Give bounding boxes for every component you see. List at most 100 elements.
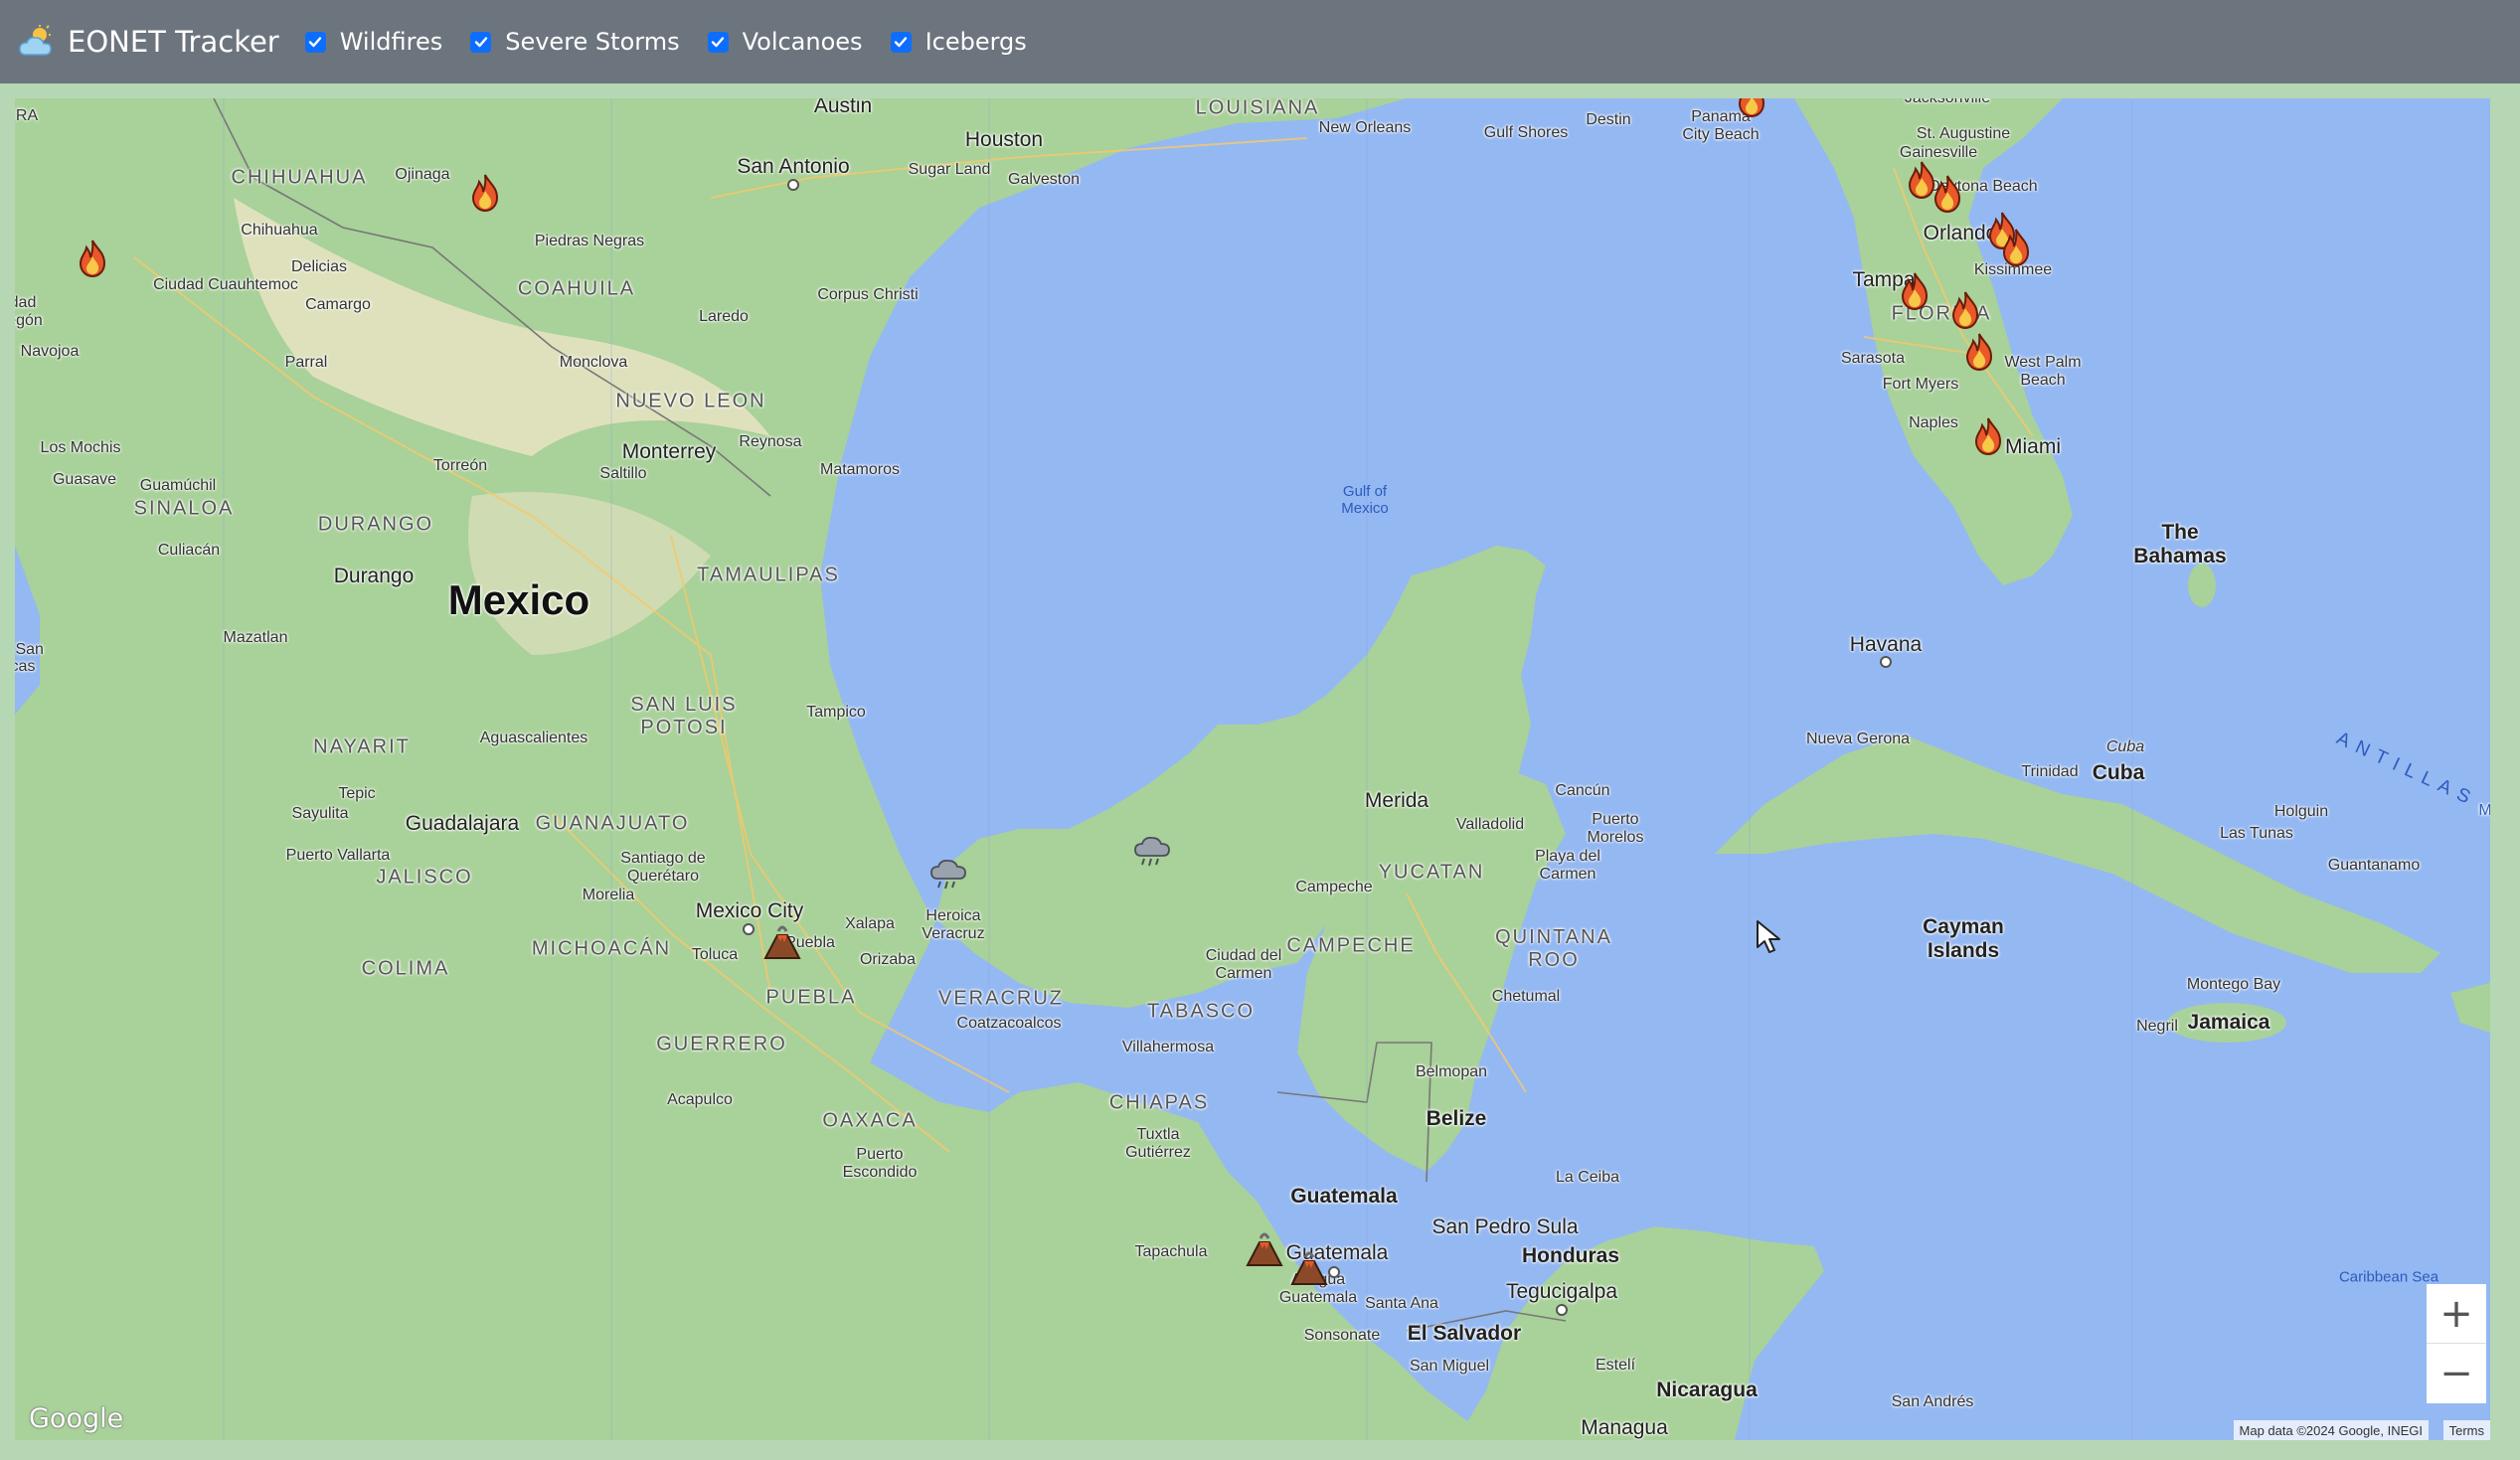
region-label: TAMAULIPAS	[697, 564, 840, 586]
volcano-icon[interactable]	[1289, 1247, 1329, 1287]
place-label: egón	[15, 312, 43, 329]
place-label: Tepic	[338, 785, 376, 802]
place-label: Nueva Gerona	[1805, 730, 1911, 747]
place-label: Los Mochis	[40, 439, 121, 456]
place-label: Gulf Shores	[1483, 124, 1569, 141]
volcano-icon[interactable]	[762, 921, 802, 961]
map[interactable]: RA CHIHUAHUA Ojinaga Chihuahua Delicias …	[15, 98, 2490, 1440]
place-label: Sonsonate	[1303, 1327, 1381, 1344]
place-label: Cancún	[1555, 782, 1610, 799]
place-label: Coatzacoalcos	[956, 1015, 1062, 1032]
city-dot	[1556, 1304, 1568, 1316]
icebergs-label: Icebergs	[924, 28, 1027, 56]
place-label: Belmopan	[1415, 1063, 1488, 1080]
flame-icon[interactable]	[1928, 174, 1967, 214]
place-label: Camargo	[305, 296, 371, 313]
place-label: Cuba	[2092, 761, 2145, 784]
region-label: JALISCO	[376, 866, 473, 889]
filter-severe-storms[interactable]: Severe Storms	[470, 28, 680, 56]
brand[interactable]: EONET Tracker	[18, 25, 279, 59]
place-label: Ciudad Cuauhtemoc	[153, 276, 298, 293]
filter-wildfires[interactable]: Wildfires	[304, 28, 443, 56]
place-label: San Miguel	[1409, 1358, 1490, 1375]
place-label: Laredo	[699, 308, 749, 325]
cloud-sun-icon	[19, 25, 52, 56]
storm-cloud-icon[interactable]	[1132, 832, 1172, 872]
wildfires-checkbox[interactable]	[304, 31, 326, 53]
volcano-icon[interactable]	[1245, 1228, 1284, 1268]
flame-icon[interactable]	[1968, 416, 2008, 456]
place-label: Campeche	[1295, 879, 1373, 895]
place-label: Sarasota	[1840, 350, 1906, 367]
place-label: Havana	[1849, 633, 1923, 656]
filter-volcanoes[interactable]: Volcanoes	[707, 28, 863, 56]
flame-icon[interactable]	[73, 239, 112, 278]
place-label: Matamoros	[819, 461, 901, 478]
severe-storms-checkbox[interactable]	[470, 31, 492, 53]
plus-icon: +	[2439, 1290, 2473, 1337]
flame-icon[interactable]	[465, 173, 505, 213]
place-label: Guadalajara	[405, 812, 520, 835]
zoom-in-button[interactable]: +	[2427, 1284, 2486, 1344]
region-label: CAMPECHE	[1286, 934, 1416, 957]
flame-icon[interactable]	[1996, 228, 2036, 267]
city-dot	[1328, 1266, 1340, 1278]
place-label: Guantanamo	[2327, 857, 2421, 874]
place-label: Torreón	[432, 457, 488, 474]
flame-icon[interactable]	[1959, 332, 1999, 372]
flame-icon[interactable]	[1895, 271, 1934, 311]
place-label: Tegucigalpa	[1505, 1280, 1618, 1303]
place-label: Parral	[284, 354, 328, 371]
place-label: Destin	[1586, 111, 1631, 128]
place-label: Mexico City	[695, 899, 804, 922]
place-label: Heroica Veracruz	[922, 907, 985, 942]
place-label: Fort Myers	[1882, 376, 1959, 393]
icebergs-checkbox[interactable]	[890, 31, 912, 53]
place-label: Managua	[1581, 1416, 1668, 1439]
place-label: Estelí	[1595, 1357, 1636, 1374]
place-label: Tampico	[806, 704, 866, 721]
place-label: Guasave	[52, 471, 117, 488]
place-label: Xalapa	[845, 915, 895, 932]
place-label: Montego Bay	[2186, 976, 2281, 993]
flame-icon[interactable]	[1945, 290, 1985, 330]
region-label: PUEBLA	[765, 986, 857, 1009]
wildfires-label: Wildfires	[339, 28, 443, 56]
check-icon	[474, 37, 487, 48]
region-label: COAHUILA	[517, 277, 636, 300]
place-label: St. Augustine	[1916, 125, 2011, 142]
place-label: Corpus Christi	[817, 286, 919, 303]
region-label: DURANGO	[317, 513, 434, 536]
land-bahamas	[2188, 564, 2216, 607]
volcanoes-checkbox[interactable]	[707, 31, 729, 53]
check-icon	[894, 37, 908, 48]
place-label: Villahermosa	[1121, 1039, 1215, 1055]
place-label: Piedras Negras	[534, 233, 645, 249]
place-label: San Antonio	[737, 155, 850, 178]
zoom-out-button[interactable]: −	[2427, 1344, 2486, 1403]
filter-icebergs[interactable]: Icebergs	[890, 28, 1027, 56]
place-label: Toluca	[691, 946, 739, 963]
water-label: Caribbean Sea	[2338, 1268, 2439, 1286]
place-label: Chihuahua	[241, 222, 318, 239]
terms-link[interactable]: Terms	[2442, 1420, 2490, 1440]
place-label: The Bahamas	[2133, 521, 2227, 568]
place-label: La Ceiba	[1555, 1169, 1620, 1186]
place-label: Ciudad del Carmen	[1205, 947, 1282, 982]
region-label: CHIHUAHUA	[231, 166, 368, 189]
region-label: NAYARIT	[313, 735, 411, 758]
place-label: Santiago de Querétaro	[620, 850, 706, 885]
place-label: RA	[15, 107, 39, 124]
region-label: OAXACA	[822, 1109, 918, 1132]
place-label: Trinidad	[2021, 763, 2079, 780]
place-label: Jacksonville	[1905, 98, 1990, 107]
storm-cloud-icon[interactable]	[928, 855, 968, 894]
place-label: Ojinaga	[395, 166, 450, 183]
minus-icon: −	[2439, 1351, 2473, 1396]
region-label: NUEVO LEON	[615, 390, 766, 412]
flame-icon[interactable]	[1732, 98, 1771, 118]
place-label: Reynosa	[739, 433, 802, 450]
region-label: YUCATAN	[1378, 861, 1485, 884]
place-label: Guatemala	[1290, 1185, 1398, 1208]
place-label: Cuba	[2105, 738, 2145, 755]
